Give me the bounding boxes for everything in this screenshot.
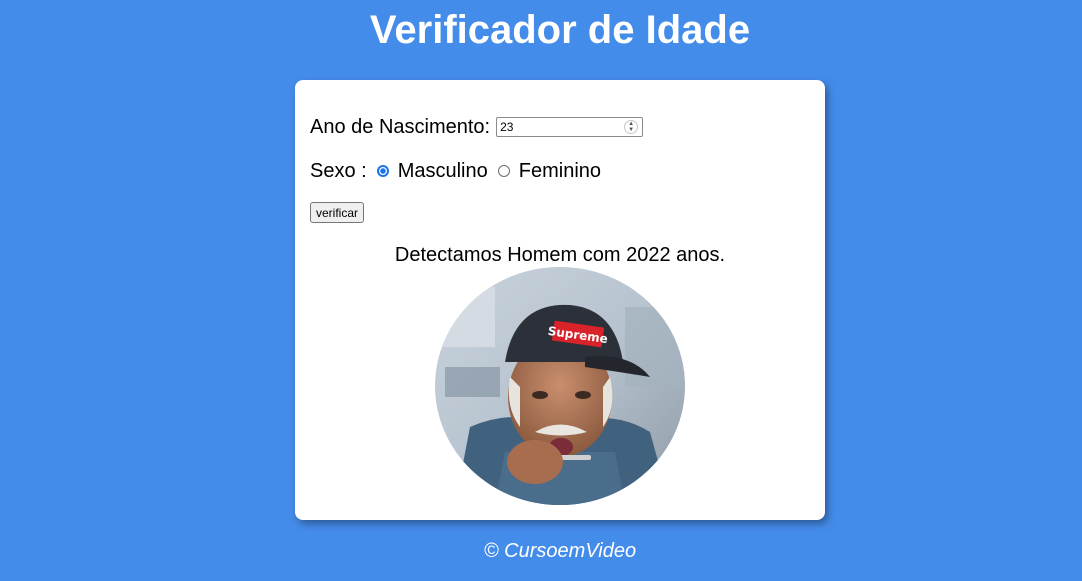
verify-button[interactable]: verificar <box>310 202 365 223</box>
birth-year-label: Ano de Nascimento: <box>310 115 491 138</box>
form-card: Ano de Nascimento: 23 ▲ ▼ Sexo : Masculin… <box>295 80 825 520</box>
sex-row: Sexo : Masculino Feminino <box>310 159 601 183</box>
radio-feminino-label[interactable]: Feminino <box>519 160 601 183</box>
radio-masculino[interactable] <box>376 165 389 177</box>
result-text: Detectamos Homem com 2022 anos. <box>394 244 726 266</box>
radio-masculino-label[interactable]: Masculino <box>398 160 488 183</box>
footer-copyright: © CursoemVideo <box>483 540 637 562</box>
radio-feminino[interactable] <box>497 165 510 177</box>
birth-year-input[interactable]: 23 ▲ ▼ <box>496 117 644 137</box>
number-spinner-icon[interactable]: ▲ ▼ <box>624 120 639 134</box>
result-photo: Supreme <box>435 267 685 505</box>
page-title: Verificador de Idade <box>369 8 751 52</box>
birth-year-value: 23 <box>500 120 514 134</box>
birth-year-row: Ano de Nascimento: 23 ▲ ▼ <box>310 115 644 139</box>
sex-label: Sexo : <box>310 159 367 182</box>
elderly-man-photo-icon: Supreme <box>435 267 685 505</box>
